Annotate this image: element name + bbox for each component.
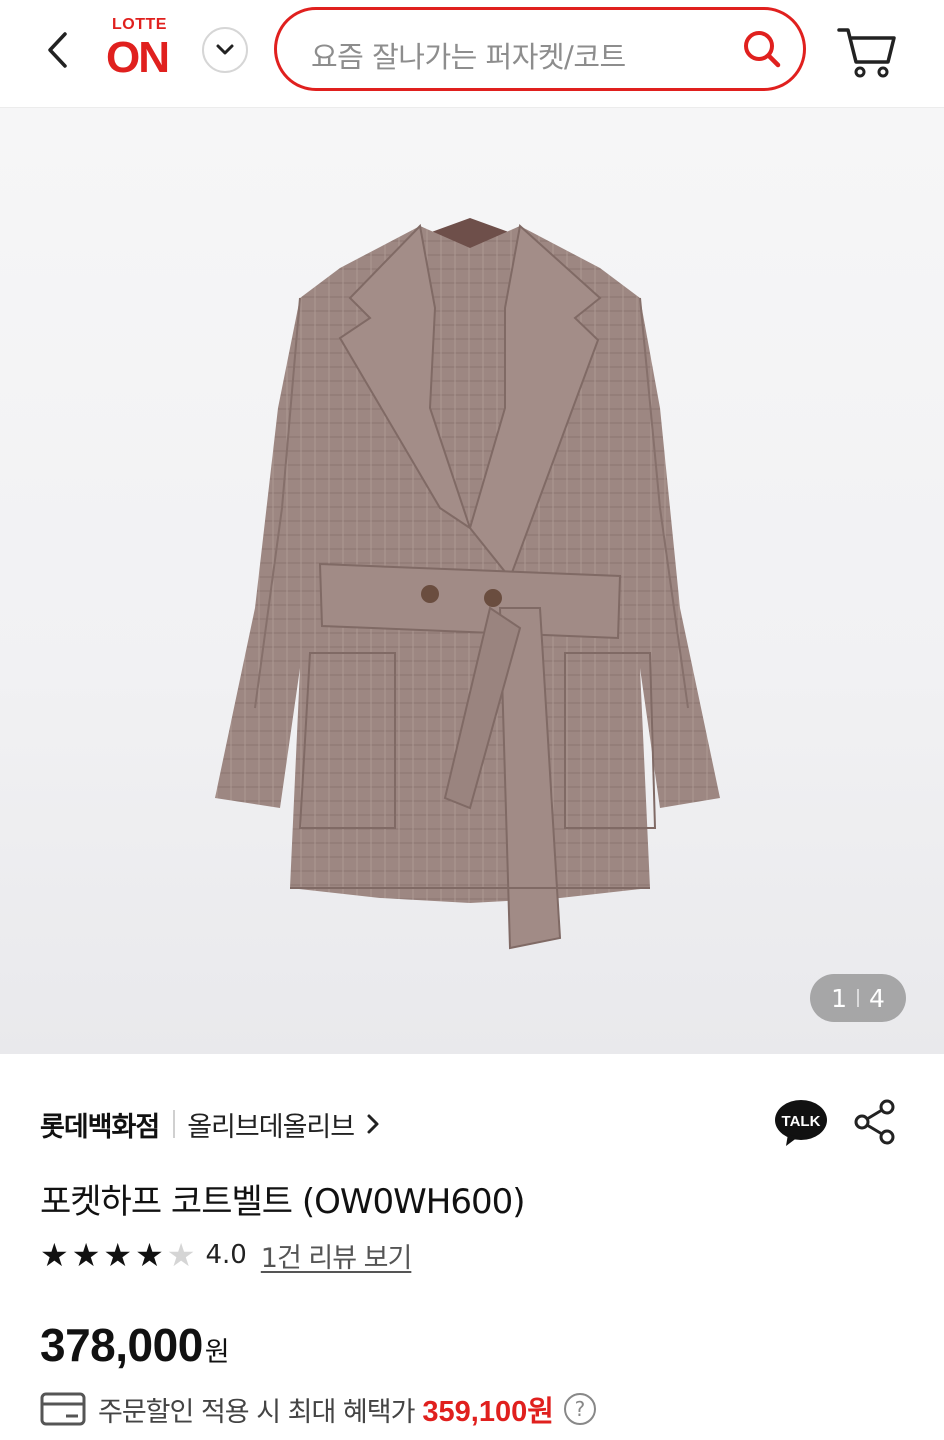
star-filled-icon: ★: [135, 1236, 164, 1274]
logo-top-text: LOTTE: [112, 16, 167, 33]
store-name: 올리브데올리브: [187, 1111, 355, 1143]
chevron-right-icon: [367, 1114, 379, 1134]
star-empty-icon: ★: [166, 1236, 196, 1274]
price-currency: 원: [204, 1337, 230, 1368]
search-icon[interactable]: [741, 28, 783, 70]
logo-main-text: ON: [106, 33, 170, 82]
brand-divider: [173, 1110, 176, 1138]
cart-icon[interactable]: [836, 24, 898, 80]
rating-stars: ★ ★ ★ ★ ★: [40, 1239, 195, 1271]
price-row: 378,000 원: [40, 1318, 230, 1372]
product-price: 378,000: [40, 1319, 203, 1371]
credit-card-icon: [40, 1392, 86, 1426]
back-button[interactable]: [38, 28, 78, 72]
image-counter-current: 1: [831, 983, 847, 1013]
brand-row: 롯데백화점 올리브데올리브: [40, 1098, 380, 1150]
benefit-price: 359,100원: [422, 1396, 554, 1428]
brand-name[interactable]: 롯데백화점: [40, 1105, 160, 1144]
talk-chat-icon[interactable]: TALK: [774, 1098, 828, 1148]
benefit-row: 주문할인 적용 시 최대 혜택가 359,100원 ?: [40, 1386, 596, 1432]
search-input[interactable]: 요즘 잘나가는 퍼자켓/코트: [311, 34, 626, 76]
image-counter: 1 4: [810, 974, 906, 1022]
help-icon[interactable]: ?: [563, 1393, 596, 1425]
store-link[interactable]: 올리브데올리브: [187, 1105, 380, 1144]
counter-divider: [857, 989, 859, 1007]
benefit-text: 주문할인 적용 시 최대 혜택가: [98, 1396, 415, 1428]
lotte-on-logo[interactable]: LOTTE ON: [106, 16, 182, 82]
image-counter-total: 4: [869, 983, 885, 1013]
back-arrow-icon: [48, 32, 67, 68]
rating-value: 4.0: [205, 1240, 247, 1270]
star-filled-icon: ★: [71, 1236, 101, 1274]
product-image: [215, 218, 720, 950]
product-image-gallery[interactable]: 1 4: [0, 108, 944, 1054]
search-bar[interactable]: 요즘 잘나가는 퍼자켓/코트: [274, 7, 806, 91]
review-link[interactable]: 1건 리뷰 보기: [261, 1236, 413, 1275]
chevron-down-icon: [216, 44, 234, 55]
star-filled-icon: ★: [103, 1236, 133, 1274]
mall-dropdown-button[interactable]: [202, 27, 248, 73]
top-header: LOTTE ON 요즘 잘나가는 퍼자켓/코트: [0, 0, 944, 108]
share-icon[interactable]: [852, 1098, 898, 1146]
product-title: 포켓하프 코트벨트 (OW0WH600): [40, 1182, 525, 1222]
star-filled-icon: ★: [40, 1236, 69, 1274]
rating-row: ★ ★ ★ ★ ★ 4.0 1건 리뷰 보기: [40, 1234, 413, 1276]
talk-label: TALK: [782, 1113, 821, 1130]
